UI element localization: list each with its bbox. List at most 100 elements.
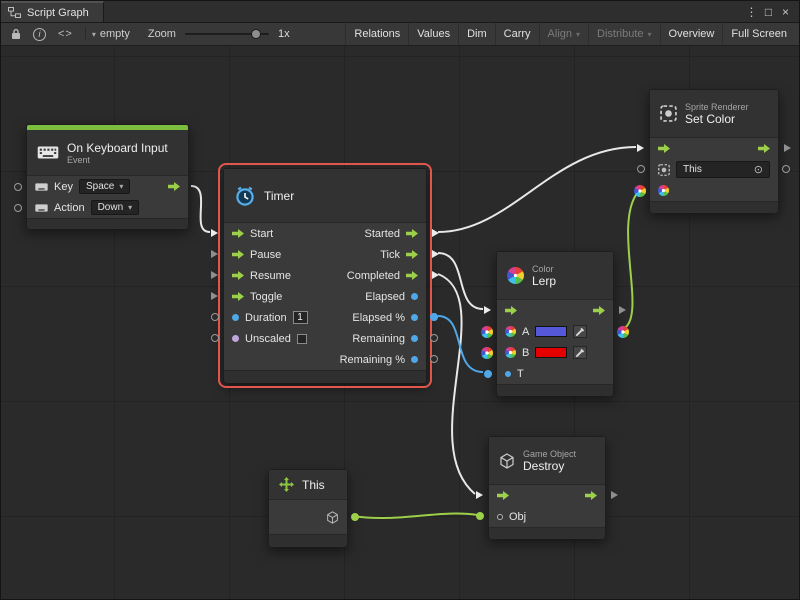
target-object-field[interactable]: This⊙ [676, 161, 770, 178]
relations-button[interactable]: Relations [345, 23, 408, 45]
port-t-value[interactable] [484, 370, 492, 378]
distribute-button[interactable]: Distribute▾ [588, 23, 659, 45]
zoom-slider[interactable] [185, 33, 269, 35]
flow-out-arrow[interactable] [406, 229, 418, 238]
flow-out-arrow[interactable] [585, 491, 597, 500]
flow-in-arrow[interactable] [232, 250, 244, 259]
value-out-dot[interactable] [411, 314, 418, 321]
value-in-dot[interactable] [497, 514, 503, 520]
port-toggle-flow[interactable] [211, 292, 218, 300]
color-wheel-icon [507, 267, 524, 284]
port-flow-in[interactable] [637, 144, 644, 152]
flow-in-arrow[interactable] [658, 144, 670, 153]
port-started-flow[interactable] [432, 229, 439, 237]
action-dropdown[interactable]: Down▾ [91, 200, 140, 215]
value-out-dot[interactable] [411, 356, 418, 363]
port-target-value[interactable] [637, 165, 645, 173]
port-key-value[interactable] [14, 183, 22, 191]
port-remaining-pct-value[interactable] [430, 355, 438, 363]
value-out-dot[interactable] [411, 335, 418, 342]
color-a-swatch[interactable] [535, 326, 567, 337]
graph-source-label[interactable]: empty [100, 28, 130, 40]
flow-in-arrow[interactable] [505, 306, 517, 315]
info-icon[interactable]: i [27, 28, 52, 41]
port-label: Tick [380, 249, 400, 261]
object-picker-icon[interactable]: ⊙ [754, 163, 763, 176]
port-color-b[interactable] [481, 347, 493, 359]
code-view-icon[interactable]: <> [52, 28, 79, 40]
node-destroy[interactable]: Game Object Destroy Obj [488, 436, 606, 538]
node-timer[interactable]: Timer StartStarted PauseTick ResumeCompl… [223, 168, 427, 383]
flow-in-arrow[interactable] [232, 271, 244, 280]
align-button[interactable]: Align▾ [539, 23, 588, 45]
carry-button[interactable]: Carry [495, 23, 539, 45]
node-category: Color [532, 264, 556, 274]
port-pause-flow[interactable] [211, 250, 218, 258]
port-result-color[interactable] [617, 326, 629, 338]
unscaled-checkbox[interactable] [297, 334, 307, 344]
wire-timer-tick-to-lerp[interactable] [438, 253, 483, 309]
wire-timer-completed-to-destroy[interactable] [438, 274, 475, 494]
port-self-out[interactable] [351, 513, 359, 521]
port-color-a[interactable] [481, 326, 493, 338]
port-flow-in[interactable] [476, 491, 483, 499]
port-elapsed-pct-value[interactable] [430, 313, 438, 321]
graph-source-caret-icon[interactable]: ▾ [92, 30, 96, 39]
overview-button[interactable]: Overview [660, 23, 723, 45]
port-obj-value[interactable] [476, 512, 484, 520]
key-dropdown[interactable]: Space▾ [79, 179, 130, 194]
port-flow-out[interactable] [619, 306, 626, 314]
lock-icon[interactable] [5, 28, 27, 40]
flow-out-arrow[interactable] [758, 144, 770, 153]
port-flow-in[interactable] [484, 306, 491, 314]
sprite-renderer-icon [660, 105, 677, 122]
port-flow-out[interactable] [784, 144, 791, 152]
wire-this-to-destroy-obj[interactable] [352, 513, 478, 518]
values-button[interactable]: Values [408, 23, 458, 45]
value-in-dot[interactable] [232, 314, 239, 321]
window-maximize-icon[interactable]: □ [760, 2, 777, 22]
eyedropper-icon[interactable] [573, 325, 587, 338]
window-menu-icon[interactable]: ⋮ [743, 2, 760, 22]
toolbar-buttons: Relations Values Dim Carry Align▾ Distri… [345, 23, 795, 45]
port-color-value[interactable] [634, 185, 646, 197]
port-remaining-value[interactable] [430, 334, 438, 342]
port-resume-flow[interactable] [211, 271, 218, 279]
port-start-flow[interactable] [211, 229, 218, 237]
node-this[interactable]: This [268, 469, 348, 547]
wire-keyboard-to-timer-start[interactable] [191, 186, 210, 232]
value-in-dot[interactable] [505, 371, 511, 377]
node-color-lerp[interactable]: Color Lerp A B T [496, 251, 614, 395]
flow-out-arrow[interactable] [406, 271, 418, 280]
node-on-keyboard-input[interactable]: On Keyboard Input Event Key Space▾ Actio… [26, 124, 189, 228]
zoom-slider-handle[interactable] [251, 29, 261, 39]
zoom-value: 1x [278, 28, 290, 40]
window-close-icon[interactable]: × [777, 2, 794, 22]
port-tick-flow[interactable] [432, 250, 439, 258]
node-title: This [302, 478, 325, 492]
fullscreen-button[interactable]: Full Screen [722, 23, 795, 45]
node-set-color[interactable]: Sprite Renderer Set Color This⊙ [649, 89, 779, 212]
flow-in-arrow[interactable] [497, 491, 509, 500]
dim-button[interactable]: Dim [458, 23, 495, 45]
wire-timer-started-to-setcolor[interactable] [438, 147, 636, 232]
value-in-dot[interactable] [232, 335, 239, 342]
port-flow-out[interactable] [611, 491, 618, 499]
port-completed-flow[interactable] [432, 271, 439, 279]
color-b-swatch[interactable] [535, 347, 567, 358]
node-header: Timer [224, 169, 426, 223]
flow-out-arrow[interactable] [593, 306, 605, 315]
graph-canvas[interactable]: On Keyboard Input Event Key Space▾ Actio… [1, 46, 799, 599]
value-out-dot[interactable] [411, 293, 418, 300]
flow-out-arrow[interactable] [406, 250, 418, 259]
port-action-value[interactable] [14, 204, 22, 212]
port-unscaled-value[interactable] [211, 334, 219, 342]
tab-script-graph[interactable]: Script Graph [1, 1, 104, 22]
port-duration-value[interactable] [211, 313, 219, 321]
flow-in-arrow[interactable] [232, 292, 244, 301]
duration-input[interactable]: 1 [293, 311, 308, 324]
port-renderer-out[interactable] [782, 165, 790, 173]
eyedropper-icon[interactable] [573, 346, 587, 359]
flow-in-arrow[interactable] [232, 229, 244, 238]
trigger-flow-out-arrow[interactable] [168, 182, 180, 191]
